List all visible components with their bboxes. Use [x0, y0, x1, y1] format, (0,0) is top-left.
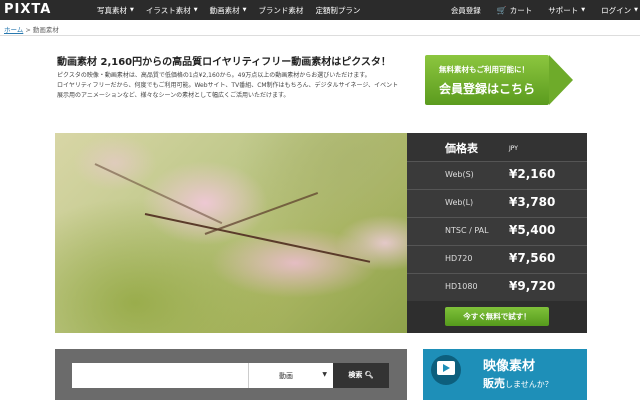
- price-row: Web(S) ¥2,160: [407, 161, 587, 188]
- nav-brand[interactable]: ブランド素材: [258, 5, 303, 16]
- price-label: HD1080: [445, 282, 478, 291]
- price-table-footer: 今すぐ無料で試す！: [407, 301, 587, 333]
- chevron-down-icon: ▼: [581, 7, 586, 13]
- user-nav: 会員登録 🛒 カート サポート ▼ ログイン ▼: [435, 0, 638, 20]
- breadcrumb-current: 動画素材: [32, 26, 59, 34]
- free-trial-button[interactable]: 今すぐ無料で試す！: [445, 307, 549, 326]
- chevron-down-icon: ▼: [242, 7, 247, 13]
- chevron-down-icon: ▼: [130, 7, 134, 13]
- register-label: 会員登録: [450, 5, 481, 15]
- intro-line: ピクスタの映像・動画素材は、高品質で低価格の1点¥2,160から。49万点以上の…: [57, 72, 371, 79]
- search-button[interactable]: 検索 🔍︎: [333, 363, 389, 388]
- login-label: ログイン: [601, 5, 632, 15]
- register-link[interactable]: 会員登録: [451, 5, 481, 16]
- price-label: Web(L): [445, 198, 474, 207]
- chevron-down-icon: ▼: [634, 7, 638, 13]
- intro-line: ロイヤリティフリーだから、何度でもご利用可能。Webサイト、TV番組、CM制作は…: [57, 82, 399, 89]
- chevron-down-icon: ▼: [193, 7, 198, 13]
- banner-subtitle-strong: 販売: [483, 377, 505, 390]
- pixta-logo[interactable]: PIXTA: [4, 2, 51, 17]
- price-value: ¥2,160: [509, 167, 556, 181]
- cta-main-text: 会員登録はこちら: [439, 82, 536, 96]
- nav-brand-label: ブランド素材: [258, 5, 304, 15]
- divider: [0, 35, 640, 36]
- nav-video[interactable]: 動画素材 ▼: [210, 5, 247, 16]
- play-icon: [437, 361, 455, 375]
- search-category-select[interactable]: 動画 ▼: [248, 363, 333, 388]
- price-value: ¥9,720: [509, 279, 556, 293]
- search-bar: 動画 ▼ 検索 🔍︎: [55, 349, 407, 400]
- branch-shape: [204, 192, 319, 235]
- price-currency: JPY: [509, 145, 518, 152]
- login-menu[interactable]: ログイン ▼: [601, 5, 638, 16]
- nav-video-label: 動画素材: [209, 5, 240, 15]
- price-label: Web(S): [445, 170, 474, 179]
- arrow-right-icon: [549, 55, 573, 105]
- price-row: NTSC / PAL ¥5,400: [407, 217, 587, 244]
- search-button-label: 検索: [348, 371, 363, 379]
- nav-illust-label: イラスト素材: [145, 5, 191, 15]
- branch-shape: [144, 213, 371, 263]
- support-label: サポート: [548, 5, 579, 15]
- banner-title: 映像素材: [483, 359, 536, 374]
- price-table-header: 価格表 JPY: [407, 133, 587, 161]
- price-value: ¥3,780: [509, 195, 556, 209]
- cart-icon: 🛒: [496, 5, 507, 15]
- price-row: HD1080 ¥9,720: [407, 273, 587, 300]
- support-menu[interactable]: サポート ▼: [548, 5, 585, 16]
- hero-cherry-blossom-image: [55, 133, 407, 333]
- price-table-title: 価格表: [445, 142, 478, 155]
- price-value: ¥7,560: [509, 251, 556, 265]
- breadcrumb: ホーム > 動画素材: [4, 24, 59, 34]
- nav-illust[interactable]: イラスト素材 ▼: [146, 5, 198, 16]
- price-value: ¥5,400: [509, 223, 556, 237]
- top-navigation-bar: PIXTA 写真素材 ▼ イラスト素材 ▼ 動画素材 ▼ ブランド素材 定額制プラン …: [0, 0, 640, 20]
- register-cta-button[interactable]: 無料素材もご利用可能に！ 会員登録はこちら: [425, 55, 573, 105]
- cta-subtext: 無料素材もご利用可能に！: [439, 65, 529, 74]
- chevron-down-icon: ▼: [322, 371, 327, 378]
- price-label: NTSC / PAL: [445, 226, 489, 235]
- register-cta-body[interactable]: 無料素材もご利用可能に！ 会員登録はこちら: [425, 55, 549, 105]
- cart-link[interactable]: 🛒 カート: [497, 5, 532, 16]
- search-input[interactable]: [72, 363, 248, 388]
- banner-subtitle: 販売しませんか？: [483, 375, 553, 391]
- nav-photo-label: 写真素材: [97, 5, 127, 15]
- price-table: 価格表 JPY Web(S) ¥2,160 Web(L) ¥3,780 NTSC…: [407, 133, 587, 333]
- breadcrumb-separator: >: [25, 26, 31, 34]
- price-label: HD720: [445, 254, 473, 263]
- price-row: Web(L) ¥3,780: [407, 189, 587, 216]
- intro-line: 展示用のアニメーションなど、様々なシーンの素材として幅広くご活用いただけます。: [57, 92, 290, 99]
- nav-subscription[interactable]: 定額制プラン: [315, 5, 360, 16]
- nav-subscription-label: 定額制プラン: [315, 5, 361, 15]
- intro-description: ピクスタの映像・動画素材は、高品質で低価格の1点¥2,160から。49万点以上の…: [57, 71, 402, 101]
- search-icon: 🔍︎: [364, 371, 374, 379]
- page-title: 動画素材 2,160円からの高品質ロイヤリティフリー動画素材はピクスタ！: [57, 57, 391, 68]
- breadcrumb-home[interactable]: ホーム: [4, 26, 23, 34]
- price-row: HD720 ¥7,560: [407, 245, 587, 272]
- banner-subtitle-rest: しませんか？: [505, 380, 553, 389]
- main-nav: 写真素材 ▼ イラスト素材 ▼ 動画素材 ▼ ブランド素材 定額制プラン: [97, 0, 372, 20]
- nav-photo[interactable]: 写真素材 ▼: [97, 5, 134, 16]
- sell-video-banner[interactable]: 映像素材 販売しませんか？: [423, 349, 587, 400]
- search-category-value: 動画: [279, 372, 293, 380]
- cart-label: カート: [509, 5, 533, 15]
